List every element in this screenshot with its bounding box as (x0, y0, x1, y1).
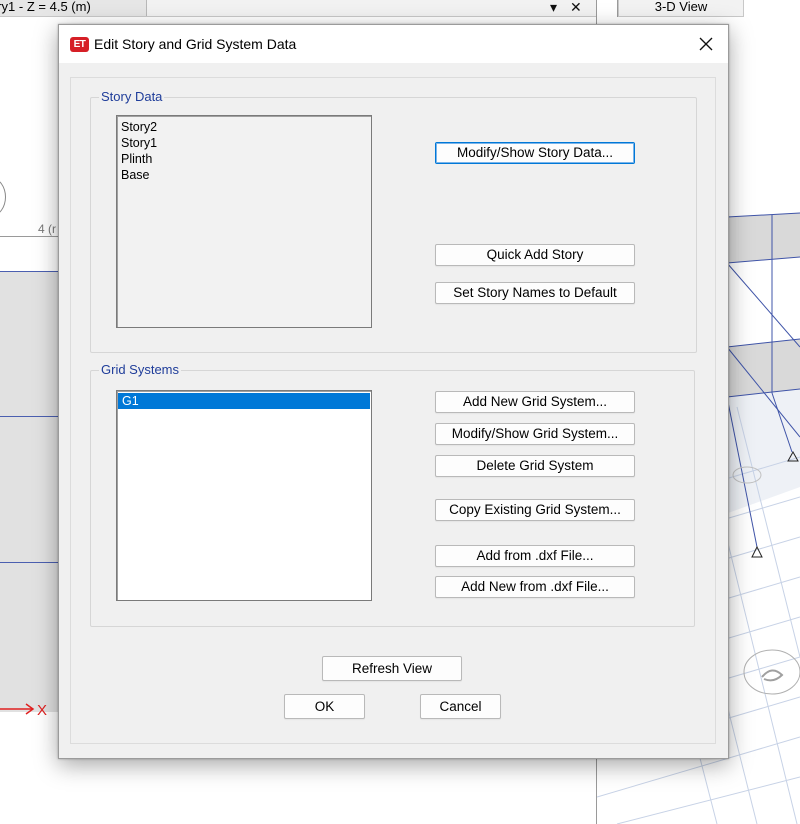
dialog-titlebar[interactable]: ET Edit Story and Grid System Data (59, 25, 728, 63)
copy-existing-grid-system-button[interactable]: Copy Existing Grid System... (435, 499, 635, 521)
story-list-item[interactable]: Base (117, 167, 371, 183)
quick-add-story-button[interactable]: Quick Add Story (435, 244, 635, 266)
3d-view-tab-label: 3-D View (654, 0, 708, 14)
story-list[interactable]: Story2 Story1 Plinth Base (116, 115, 372, 328)
modify-show-grid-system-button[interactable]: Modify/Show Grid System... (435, 423, 635, 445)
add-new-from-dxf-button[interactable]: Add New from .dxf File... (435, 576, 635, 598)
story-list-item[interactable]: Story2 (117, 119, 371, 135)
dialog-title: Edit Story and Grid System Data (94, 36, 297, 52)
plan-view-slab (0, 272, 62, 712)
grid-system-list-item[interactable]: G1 (118, 393, 370, 409)
story-list-item[interactable]: Plinth (117, 151, 371, 167)
close-button[interactable] (690, 29, 722, 59)
grid-line (0, 416, 62, 417)
x-axis-arrow-icon (0, 703, 35, 715)
grid-bubble (0, 178, 6, 216)
background-window-tab-title: ory1 - Z = 4.5 (m) (0, 0, 91, 14)
set-story-names-default-button[interactable]: Set Story Names to Default (435, 282, 635, 304)
edit-story-grid-dialog: ET Edit Story and Grid System Data Story… (58, 24, 729, 759)
background-window-titlebar: ory1 - Z = 4.5 (m) ▾ ✕ (0, 0, 596, 17)
grid-system-list[interactable]: G1 (116, 390, 372, 601)
story-list-item[interactable]: Story1 (117, 135, 371, 151)
ok-button[interactable]: OK (284, 694, 365, 719)
grid-systems-group: Grid Systems G1 Add New Grid System... M… (90, 362, 695, 627)
refresh-view-button[interactable]: Refresh View (322, 656, 462, 681)
chevron-down-icon[interactable]: ▾ (550, 0, 557, 15)
close-icon (699, 37, 713, 51)
story-data-group: Story Data Story2 Story1 Plinth Base Mod… (90, 89, 697, 353)
cancel-button[interactable]: Cancel (420, 694, 501, 719)
add-from-dxf-button[interactable]: Add from .dxf File... (435, 545, 635, 567)
story-data-group-label: Story Data (99, 89, 165, 105)
modify-show-story-data-button[interactable]: Modify/Show Story Data... (435, 142, 635, 164)
grid-dimension-line (0, 236, 58, 237)
close-icon[interactable]: ✕ (570, 0, 582, 15)
add-new-grid-system-button[interactable]: Add New Grid System... (435, 391, 635, 413)
dialog-client-area: Story Data Story2 Story1 Plinth Base Mod… (70, 77, 716, 744)
background-window-tab[interactable]: ory1 - Z = 4.5 (m) (0, 0, 147, 16)
grid-dimension-label: 4 (r (38, 222, 56, 236)
delete-grid-system-button[interactable]: Delete Grid System (435, 455, 635, 477)
x-axis-label: X (37, 702, 48, 719)
grid-line (0, 562, 62, 563)
grid-line (0, 271, 62, 272)
3d-view-tab[interactable]: 3-D View (618, 0, 744, 17)
grid-systems-group-label: Grid Systems (99, 362, 182, 378)
etabs-app-icon: ET (70, 37, 89, 52)
